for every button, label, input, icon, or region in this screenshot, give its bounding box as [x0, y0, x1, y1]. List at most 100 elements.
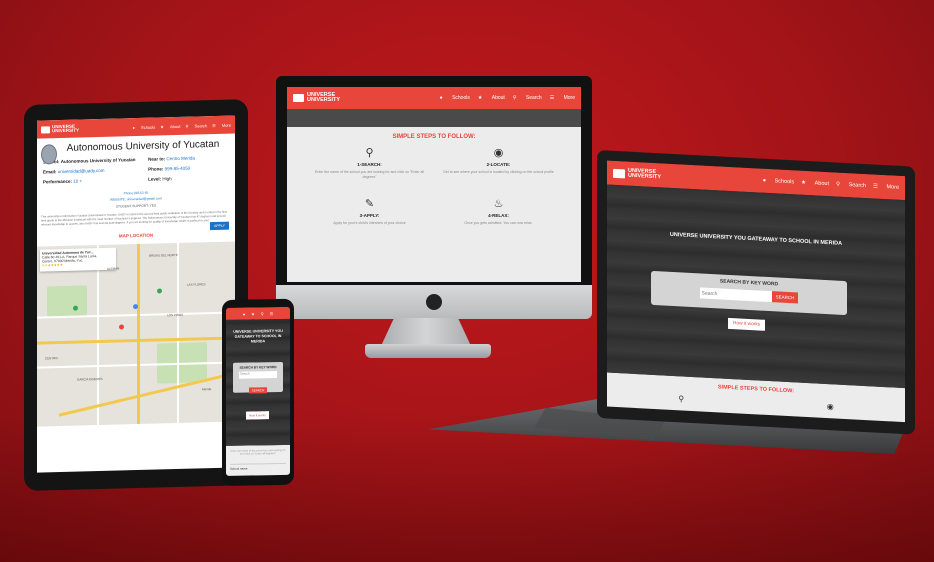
apply-button[interactable]: APPLY	[209, 221, 229, 231]
laptop-screen: UNIVERSE UNIVERSITY ● Schools ★ About ⚲ S…	[607, 160, 905, 423]
imac-stand-base	[365, 344, 491, 358]
location-pin-icon: ◉	[493, 147, 504, 159]
hero-section: UNIVERSE UNIVERSITY YOU GATEAWAY TO SCHO…	[226, 318, 290, 446]
nav-more[interactable]: ☰ More	[873, 183, 899, 190]
imac-navbar: UNIVERSE UNIVERSITY ● Schools ★ About ⚲ S…	[287, 87, 581, 109]
map-pin-icon[interactable]	[119, 324, 124, 330]
phone-link[interactable]: 999-85-4050	[165, 166, 191, 172]
imac-screen: UNIVERSE UNIVERSITY ● Schools ★ About ⚲ S…	[287, 87, 581, 282]
page-title: Autonomous University of Yucatan	[66, 138, 220, 154]
nav-about[interactable]: ★ About	[160, 123, 180, 129]
nav-more[interactable]: ☰ More	[550, 95, 575, 101]
brand-line2: UNIVERSITY	[628, 172, 662, 181]
nav-schools[interactable]: ● Schools	[440, 95, 470, 101]
mascot-logo-icon	[426, 294, 442, 310]
search-input[interactable]: Search	[239, 371, 277, 379]
graduation-cap-icon	[613, 168, 625, 178]
level-value: High	[162, 176, 172, 182]
search-label: SEARCH BY KEY WORD	[239, 365, 277, 370]
nav-search[interactable]: ⚲ Search	[185, 123, 207, 129]
search-panel: SEARCH BY KEY WORD Search SEARCH	[233, 361, 283, 394]
map-label: LAS FLORES	[187, 282, 206, 288]
step-locate: ◉ 2-LOCATE: Get to see where your school…	[434, 140, 563, 185]
map-street	[177, 243, 179, 424]
map-label: GARCIA GINERES	[77, 377, 103, 382]
imac-chin	[276, 285, 592, 319]
map-label: CENTRO	[45, 356, 58, 361]
map-pin-icon[interactable]	[157, 288, 162, 294]
nav-links: ● Schools ★ About ⚲ Search ☰ More	[128, 122, 231, 130]
nav-more-icon[interactable]: ☰	[270, 311, 274, 316]
hero-title: UNIVERSE UNIVERSITY YOU GATEAWAY TO SCHO…	[233, 328, 283, 344]
step-search: ⚲ 1-SEARCH: Enter the name of the school…	[305, 140, 434, 185]
brand-logo[interactable]: UNIVERSE UNIVERSITY	[293, 92, 341, 103]
phone-screen: ● ★ ⚲ ☰ UNIVERSE UNIVERSITY YOU GATEAWAY…	[226, 306, 290, 476]
how-it-works-button[interactable]: How it works	[246, 411, 270, 420]
imac-stand-neck	[381, 318, 471, 346]
location-pin-icon: ◉	[826, 402, 834, 412]
school-info: School: Autonomous University of Yucatan…	[37, 154, 235, 185]
nav-about-icon[interactable]: ★	[251, 311, 255, 316]
brand-line2: UNIVERSITY	[52, 127, 80, 134]
tablet-screen: UNIVERSE UNIVERSITY ● Schools ★ About ⚲ S…	[37, 115, 235, 473]
step-title: 4-RELAX:	[488, 213, 509, 219]
search-input[interactable]	[699, 287, 772, 303]
step-text: Once you gets admitted. You can now rela…	[464, 221, 533, 226]
near-label: Near to:	[148, 156, 166, 162]
phone-label: Phone:	[148, 166, 164, 172]
email-link[interactable]: universidad@uady.com	[58, 168, 105, 174]
hero-section: UNIVERSE UNIVERSITY YOU GATEAWAY TO SCHO…	[607, 184, 905, 389]
nav-about[interactable]: ★ About	[478, 95, 505, 101]
phone-device: ● ★ ⚲ ☰ UNIVERSE UNIVERSITY YOU GATEAWAY…	[222, 298, 294, 486]
how-it-works-button[interactable]: How it works	[728, 317, 766, 331]
laptop-device: UNIVERSE UNIVERSITY ● Schools ★ About ⚲ S…	[597, 150, 915, 435]
nav-schools[interactable]: ● Schools	[763, 178, 794, 186]
search-panel: SEARCH BY KEY WORD SEARCH	[651, 270, 847, 316]
magnifier-icon: ⚲	[678, 394, 685, 404]
step-apply: ✎ 3-APPLY: Apply for you're child's inte…	[305, 191, 434, 232]
nav-links: ● Schools ★ About ⚲ Search ☰ More	[432, 95, 575, 101]
school-name-field[interactable]: School name	[230, 462, 286, 471]
imac-device: UNIVERSE UNIVERSITY ● Schools ★ About ⚲ S…	[276, 76, 592, 296]
brand-logo[interactable]: UNIVERSE UNIVERSITY	[41, 123, 80, 134]
step-relax: ♨ 4-RELAX: Once you gets admitted. You c…	[434, 191, 563, 232]
level-label: Level:	[148, 176, 162, 182]
step-text: Get to see where your school is located …	[443, 170, 554, 174]
hero-title: UNIVERSE UNIVERSITY YOU GATEAWAY TO SCHO…	[669, 231, 843, 247]
form-icon: ✎	[364, 198, 375, 211]
search-button[interactable]: SEARCH	[771, 291, 799, 304]
nav-more[interactable]: ☰ More	[212, 122, 231, 127]
brand-logo[interactable]: UNIVERSE UNIVERSITY	[613, 167, 662, 181]
email-label: Email:	[43, 169, 57, 175]
map-label: ALEMAN	[107, 266, 120, 272]
near-value[interactable]: Centro Merida	[166, 156, 195, 162]
map-view[interactable]: Universidad Autonoma de Yuc... Calle 60 …	[37, 241, 235, 427]
nav-about[interactable]: ★ About	[801, 180, 829, 187]
map-label: BRISAS DEL NORTE	[149, 253, 178, 259]
nav-search[interactable]: ⚲ Search	[836, 182, 866, 190]
map-park	[47, 285, 87, 317]
map-place-card[interactable]: Universidad Autonoma de Yuc... Calle 60 …	[40, 247, 116, 272]
map-label: LOS PINOS	[167, 313, 184, 318]
nav-schools[interactable]: ● Schools	[133, 124, 156, 130]
nav-search[interactable]: ⚲ Search	[513, 95, 542, 101]
nav-search-icon[interactable]: ⚲	[261, 311, 264, 316]
map-card-rating: 4.4 ★★★★★	[42, 263, 63, 268]
performance-label: Performance:	[43, 178, 73, 185]
map-label: Mérida	[202, 387, 212, 392]
search-button[interactable]: SEARCH	[248, 387, 268, 394]
phone-navbar: ● ★ ⚲ ☰	[226, 306, 290, 320]
tablet-device: UNIVERSE UNIVERSITY ● Schools ★ About ⚲ S…	[24, 99, 248, 492]
performance-value: 10 +	[73, 178, 83, 184]
nav-schools-icon[interactable]: ●	[243, 311, 245, 316]
phone-bottom-section: Enter the name of the school you are loo…	[226, 444, 290, 476]
magnifier-icon: ⚲	[365, 147, 374, 159]
step-text: Apply for you're child's interview of yo…	[333, 221, 406, 226]
graduation-cap-icon	[41, 125, 50, 134]
brand-line2: UNIVERSITY	[307, 97, 341, 103]
school-description: This university is Information Yucatan U…	[41, 209, 227, 227]
step-text: Enter the name of the school you are loo…	[314, 170, 425, 179]
hero-banner	[287, 109, 581, 127]
steps-grid: ⚲ 1-SEARCH: Enter the name of the school…	[287, 140, 581, 232]
step-title: 3-APPLY:	[359, 213, 380, 219]
